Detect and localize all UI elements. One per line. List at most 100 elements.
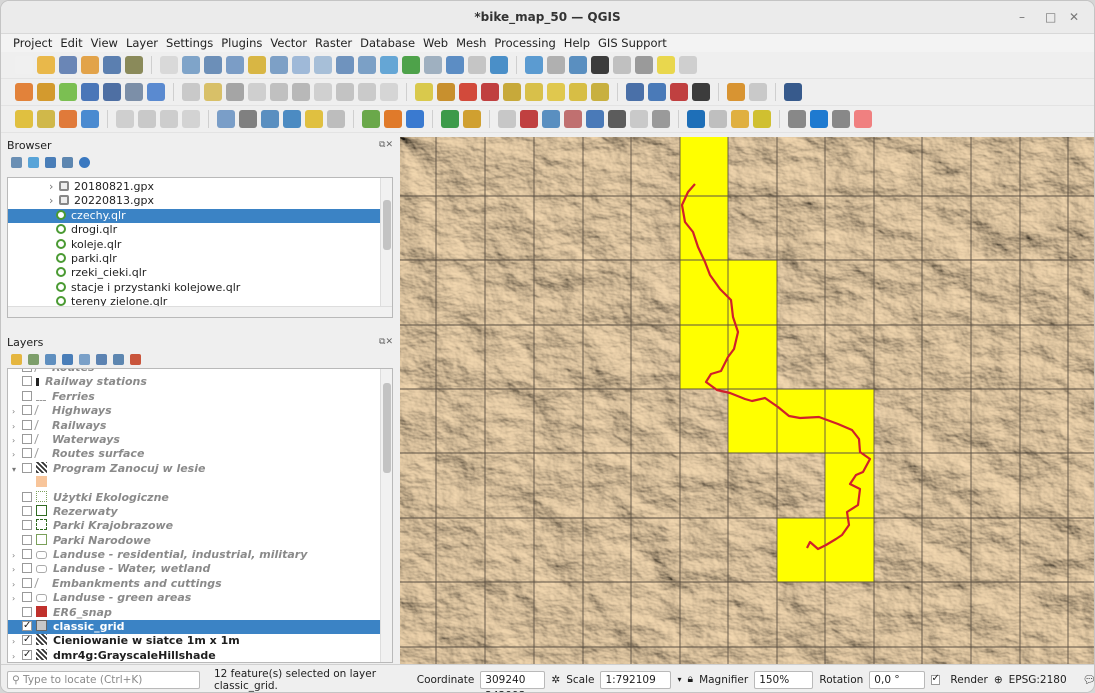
expand-arrow-icon[interactable]: ›: [12, 434, 22, 448]
tool-tb3-24-icon[interactable]: [498, 110, 516, 128]
lock-icon[interactable]: 🔒︎: [687, 673, 693, 686]
tool-tb3-17-icon[interactable]: [362, 110, 380, 128]
layer-item[interactable]: › Highways: [8, 404, 392, 418]
info-icon[interactable]: [79, 156, 90, 168]
tool-tb3-2-icon[interactable]: [59, 110, 77, 128]
tool-tb1-3-icon[interactable]: [81, 56, 99, 74]
tool-tb2-30-icon[interactable]: [648, 83, 666, 101]
expand-arrow-icon[interactable]: ›: [12, 592, 22, 606]
expand-arrow-icon[interactable]: ›: [12, 405, 22, 419]
tool-tb1-28-icon[interactable]: [613, 56, 631, 74]
tool-tb2-16-icon[interactable]: [358, 83, 376, 101]
visibility-icon[interactable]: [45, 353, 56, 365]
layer-item[interactable]: › Railways: [8, 419, 392, 433]
tool-tb2-19-icon[interactable]: [415, 83, 433, 101]
layer-visibility-checkbox[interactable]: [22, 592, 32, 603]
tool-tb2-14-icon[interactable]: [314, 83, 332, 101]
tool-tb2-21-icon[interactable]: [459, 83, 477, 101]
layer-visibility-checkbox[interactable]: [22, 376, 32, 387]
tool-tb3-13-icon[interactable]: [283, 110, 301, 128]
tool-tb2-34-icon[interactable]: [727, 83, 745, 101]
expand-arrow-icon[interactable]: ›: [12, 420, 22, 434]
tool-tb2-31-icon[interactable]: [670, 83, 688, 101]
filter-expression-icon[interactable]: [79, 353, 90, 365]
expand-arrow-icon[interactable]: ›: [12, 549, 22, 563]
layer-item[interactable]: › Waterways: [8, 433, 392, 447]
layer-visibility-checkbox[interactable]: [22, 606, 32, 617]
tool-tb2-22-icon[interactable]: [481, 83, 499, 101]
tool-tb3-12-icon[interactable]: [261, 110, 279, 128]
layer-item[interactable]: Rezerwaty: [8, 504, 392, 519]
layer-item[interactable]: Ferries: [8, 390, 392, 404]
tool-tb3-0-icon[interactable]: [15, 110, 33, 128]
expand-arrow-icon[interactable]: ›: [49, 180, 53, 194]
tool-tb1-24-icon[interactable]: [525, 56, 543, 74]
tool-tb3-7-icon[interactable]: [160, 110, 178, 128]
layer-item[interactable]: Railway stations: [8, 375, 392, 389]
menu-view[interactable]: View: [87, 36, 122, 50]
tool-tb3-29-icon[interactable]: [608, 110, 626, 128]
locator-search-input[interactable]: ⚲ Type to locate (Ctrl+K): [7, 670, 200, 689]
tool-tb1-18-icon[interactable]: [402, 56, 420, 74]
tool-tb3-25-icon[interactable]: [520, 110, 538, 128]
tool-tb2-17-icon[interactable]: [380, 83, 398, 101]
tool-tb3-41-icon[interactable]: [854, 110, 872, 128]
tool-tb2-37-icon[interactable]: [784, 83, 802, 101]
browser-item[interactable]: rzeki_cieki.qlr: [8, 266, 392, 280]
layer-item[interactable]: Routes: [8, 369, 392, 375]
layer-visibility-checkbox[interactable]: [22, 491, 32, 502]
layer-visibility-checkbox[interactable]: [22, 505, 32, 516]
layers-scrollbar[interactable]: [380, 369, 392, 662]
tool-tb3-14-icon[interactable]: [305, 110, 323, 128]
menu-plugins[interactable]: Plugins: [217, 36, 266, 50]
layer-item[interactable]: Parki Krajobrazowe: [8, 519, 392, 533]
tool-tb3-21-icon[interactable]: [441, 110, 459, 128]
tool-tb1-16-icon[interactable]: [358, 56, 376, 74]
tool-tb1-27-icon[interactable]: [591, 56, 609, 74]
tool-tb3-31-icon[interactable]: [652, 110, 670, 128]
tool-tb1-26-icon[interactable]: [569, 56, 587, 74]
layer-item[interactable]: › Landuse - residential, industrial, mili…: [8, 548, 392, 562]
tool-tb1-15-icon[interactable]: [336, 56, 354, 74]
tool-tb3-8-icon[interactable]: [182, 110, 200, 128]
dock-float-close-icon[interactable]: ⧉✕: [379, 337, 393, 347]
layer-visibility-checkbox[interactable]: [22, 619, 32, 633]
expand-arrow-icon[interactable]: ›: [12, 448, 22, 462]
tool-tb1-14-icon[interactable]: [314, 56, 332, 74]
menu-vector[interactable]: Vector: [266, 36, 311, 50]
tool-tb1-0-icon[interactable]: [15, 56, 33, 74]
chevron-down-icon[interactable]: ▾: [677, 675, 681, 684]
layers-tree[interactable]: RoutesRailway stationsFerries › Highways › R…: [7, 368, 393, 663]
tool-tb3-15-icon[interactable]: [327, 110, 345, 128]
layer-visibility-checkbox[interactable]: [22, 534, 32, 545]
tool-tb3-27-icon[interactable]: [564, 110, 582, 128]
tool-tb2-2-icon[interactable]: [59, 83, 77, 101]
tool-tb3-28-icon[interactable]: [586, 110, 604, 128]
tool-tb2-1-icon[interactable]: [37, 83, 55, 101]
layer-item[interactable]: › Cieniowanie w siatce 1m x 1m: [8, 633, 392, 648]
render-checkbox[interactable]: [930, 673, 941, 685]
tool-tb2-20-icon[interactable]: [437, 83, 455, 101]
tool-tb1-10-icon[interactable]: [226, 56, 244, 74]
expand-arrow-icon[interactable]: ▾: [12, 463, 22, 477]
tool-tb1-20-icon[interactable]: [446, 56, 464, 74]
tool-tb2-27-icon[interactable]: [591, 83, 609, 101]
layer-item[interactable]: › dmr4g:GrayscaleHillshade: [8, 648, 392, 662]
menu-edit[interactable]: Edit: [56, 36, 86, 50]
coordinate-field[interactable]: 309240 242993: [480, 670, 546, 692]
tool-tb2-23-icon[interactable]: [503, 83, 521, 101]
layer-item[interactable]: classic_grid: [8, 619, 392, 635]
layer-item[interactable]: › Landuse - green areas: [8, 591, 392, 605]
layer-item[interactable]: ▾ Program Zanocuj w lesie: [8, 461, 392, 477]
menu-mesh[interactable]: Mesh: [452, 36, 490, 50]
tool-tb2-8-icon[interactable]: [182, 83, 200, 101]
scale-combobox[interactable]: 1:792109: [600, 670, 672, 689]
close-icon[interactable]: ✕: [1069, 10, 1079, 24]
tool-tb1-9-icon[interactable]: [204, 56, 222, 74]
browser-tree[interactable]: › 20180821.gpx › 20220813.gpx czechy.qlr drog…: [7, 177, 393, 318]
map-canvas[interactable]: [400, 137, 1094, 664]
layer-item[interactable]: [8, 476, 392, 490]
layer-visibility-checkbox[interactable]: [22, 563, 32, 574]
menu-processing[interactable]: Processing: [490, 36, 559, 50]
tool-tb3-40-icon[interactable]: [832, 110, 850, 128]
